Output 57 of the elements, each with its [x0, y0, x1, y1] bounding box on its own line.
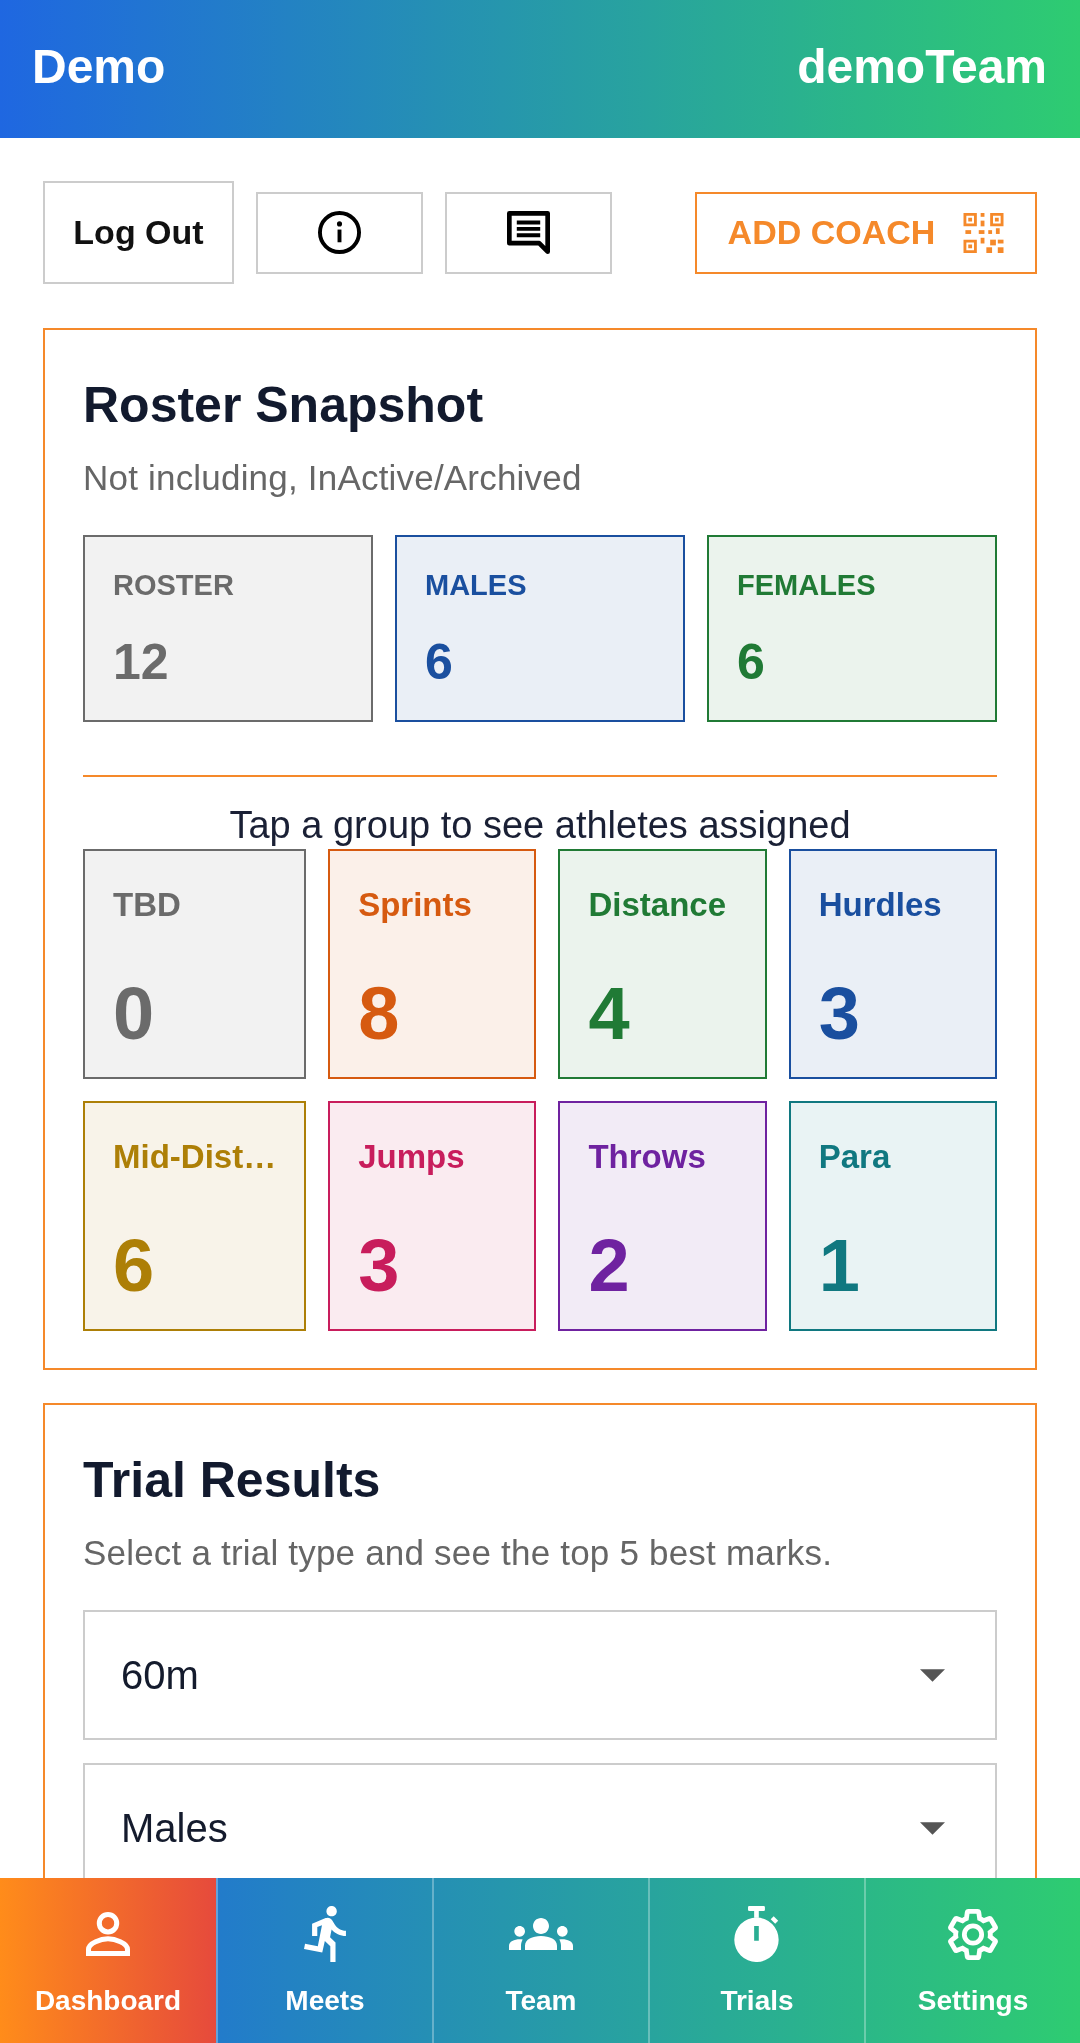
group-tile[interactable]: Distance 4 — [558, 849, 767, 1080]
info-button[interactable] — [256, 191, 423, 274]
logout-button[interactable]: Log Out — [43, 181, 234, 284]
settings-icon — [948, 1907, 998, 1961]
message-button[interactable] — [445, 191, 612, 274]
group-name: Para — [818, 1137, 891, 1177]
card-subtitle: Not including, InActive/Archived — [83, 457, 583, 499]
group-count: 2 — [588, 1229, 630, 1303]
group-tile[interactable]: Para 1 — [788, 1101, 997, 1332]
group-name: Sprints — [358, 885, 472, 925]
card-title: Roster Snapshot — [83, 376, 485, 435]
message-icon — [507, 211, 550, 254]
nav-tab[interactable]: Dashboard — [0, 1878, 216, 2043]
people-group-icon — [509, 1918, 573, 1950]
group-tile[interactable]: Sprints 8 — [328, 849, 537, 1080]
group-name: Throws — [588, 1137, 706, 1177]
qr-code-icon — [963, 212, 1005, 253]
card-title: Trial Results — [83, 1451, 382, 1511]
caret-icon — [920, 1821, 945, 1835]
group-count: 3 — [358, 1229, 400, 1303]
group-tile[interactable]: Throws 2 — [558, 1101, 767, 1332]
team-name: demoTeam — [797, 39, 1047, 96]
nav-tab[interactable]: Team — [432, 1878, 648, 2043]
group-count: 6 — [113, 1229, 155, 1303]
stat-label: FEMALES — [737, 568, 876, 603]
stat-label: ROSTER — [113, 568, 234, 603]
running-person-icon — [304, 1906, 346, 1962]
group-name: TBD — [113, 885, 181, 925]
card-subtitle: Select a trial type and see the top 5 best marks. — [83, 1532, 834, 1575]
group-count: 1 — [818, 1229, 860, 1303]
dropdown-field[interactable]: Males — [83, 1763, 997, 1878]
group-count: 4 — [588, 977, 630, 1051]
group-hint-text: Tap a group to see athletes assigned — [229, 802, 851, 848]
group-count: 0 — [113, 977, 155, 1051]
caret-icon — [920, 1668, 945, 1682]
group-name: Distance — [588, 885, 726, 925]
group-tile[interactable]: TBD 0 — [83, 849, 307, 1080]
group-name: Mid-Dist… — [113, 1137, 277, 1177]
stat-value: 12 — [113, 632, 169, 692]
dropdown-field[interactable]: 60m — [83, 1610, 997, 1741]
person-icon — [86, 1912, 130, 1956]
group-tile[interactable]: Hurdles 3 — [788, 849, 997, 1080]
group-count: 8 — [358, 977, 400, 1051]
nav-tab[interactable]: Trials — [648, 1878, 864, 2043]
nav-tab[interactable]: Meets — [216, 1878, 432, 2043]
group-tile[interactable]: Mid-Dist… 6 — [83, 1101, 307, 1332]
stat-value: 6 — [737, 632, 765, 692]
stat-label: MALES — [425, 568, 527, 603]
info-icon — [318, 211, 361, 254]
stat-value: 6 — [425, 632, 453, 692]
group-tile[interactable]: Jumps 3 — [328, 1101, 537, 1332]
stopwatch-icon — [734, 1906, 780, 1962]
group-name: Jumps — [358, 1137, 465, 1177]
add-coach-button[interactable]: ADD COACH — [695, 191, 1037, 274]
group-name: Hurdles — [818, 885, 942, 925]
group-count: 3 — [818, 977, 860, 1051]
app-title: Demo — [32, 39, 166, 96]
